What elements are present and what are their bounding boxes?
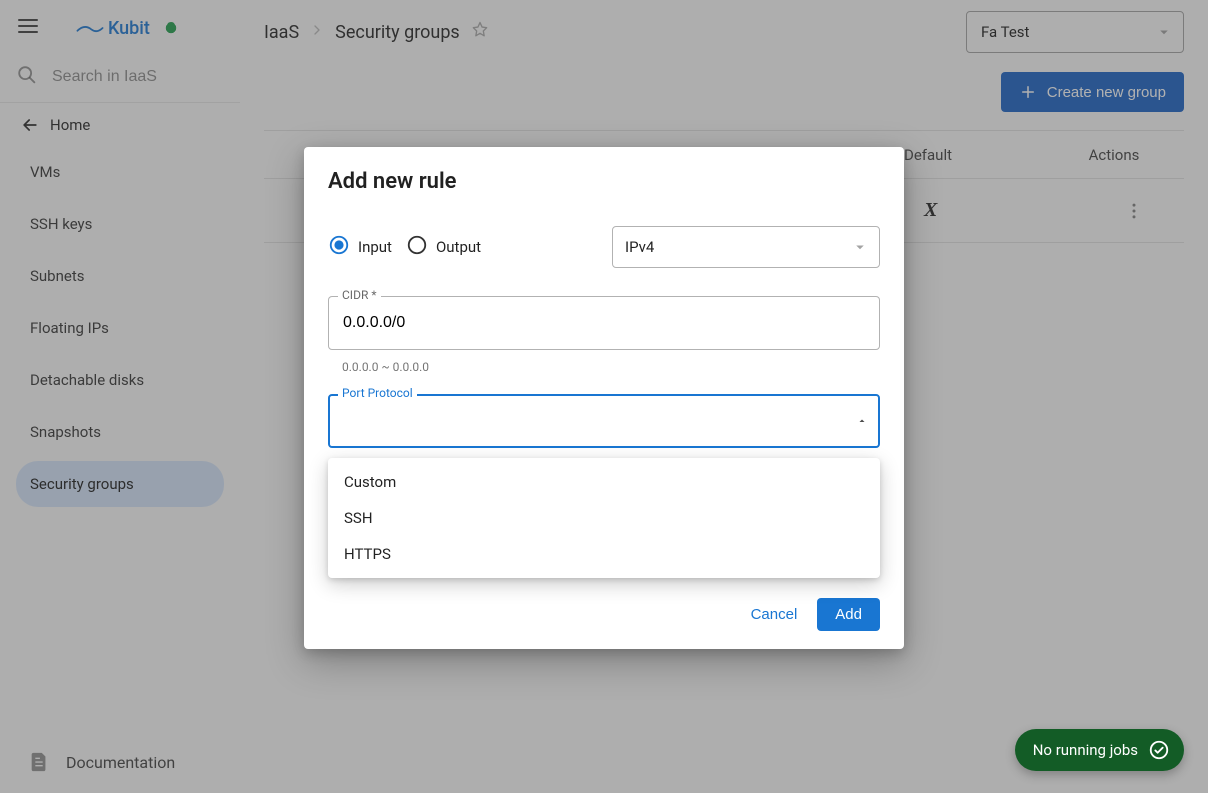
cancel-button[interactable]: Cancel: [739, 598, 810, 631]
add-button[interactable]: Add: [817, 598, 880, 631]
radio-checked-icon: [328, 234, 350, 260]
direction-input-radio[interactable]: Input: [328, 234, 392, 260]
dropdown-icon: [851, 238, 869, 256]
running-jobs-pill[interactable]: No running jobs: [1015, 729, 1184, 771]
port-protocol-menu: Custom SSH HTTPS: [328, 458, 880, 578]
radio-unchecked-icon: [406, 234, 428, 260]
direction-output-label: Output: [436, 238, 481, 256]
port-protocol-option-custom[interactable]: Custom: [328, 464, 880, 500]
ethertype-value: IPv4: [625, 238, 654, 256]
dropdown-up-icon: [856, 415, 868, 427]
dialog-title: Add new rule: [328, 169, 880, 194]
port-protocol-option-ssh[interactable]: SSH: [328, 500, 880, 536]
port-protocol-label: Port Protocol: [338, 386, 417, 400]
direction-input-label: Input: [358, 238, 392, 256]
cidr-label: CIDR *: [338, 288, 381, 302]
ethertype-select[interactable]: IPv4: [612, 226, 880, 268]
cidr-input[interactable]: [328, 296, 880, 350]
port-protocol-option-https[interactable]: HTTPS: [328, 536, 880, 572]
port-protocol-select[interactable]: [328, 394, 880, 448]
running-jobs-label: No running jobs: [1033, 741, 1138, 759]
cidr-hint: 0.0.0.0 ~ 0.0.0.0: [328, 356, 880, 386]
direction-output-radio[interactable]: Output: [406, 234, 481, 260]
direction-radio-group: Input Output: [328, 234, 596, 260]
check-circle-icon: [1148, 739, 1170, 761]
